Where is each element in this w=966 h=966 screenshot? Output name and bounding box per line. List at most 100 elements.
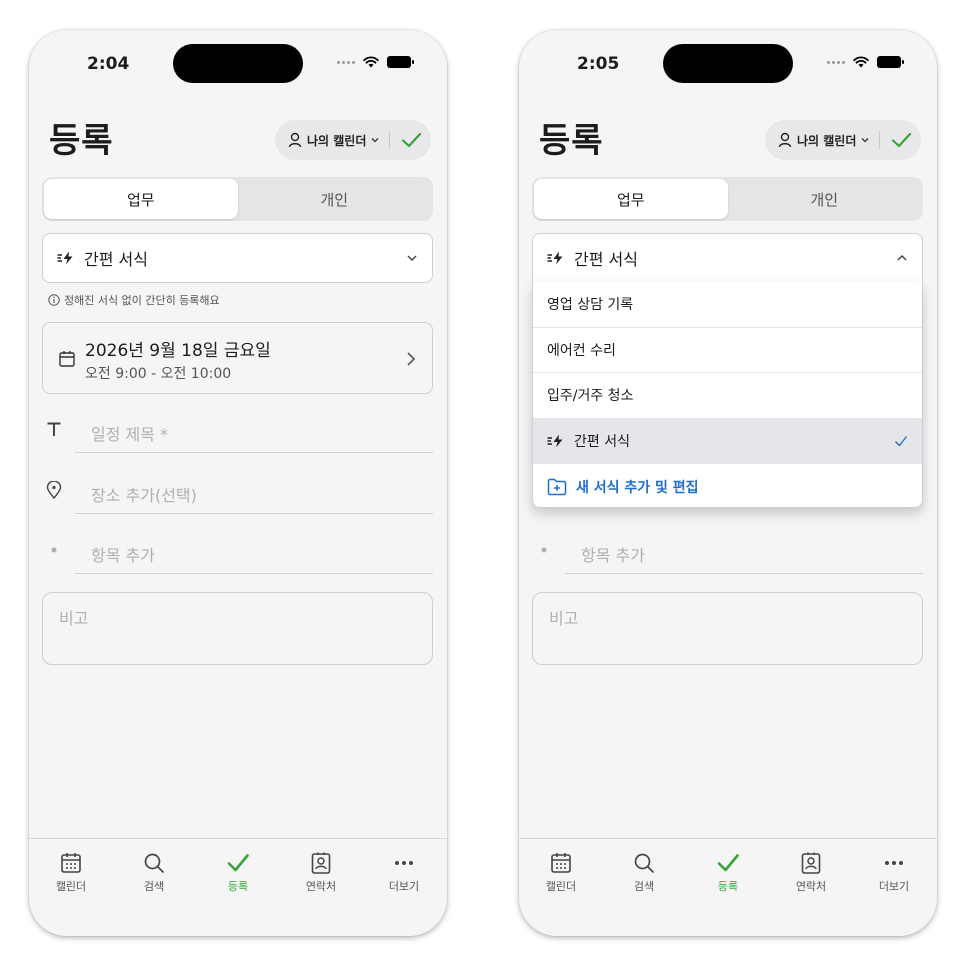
tab-label: 검색 xyxy=(633,880,655,893)
tab-work[interactable]: 업무 xyxy=(534,179,728,219)
template-option[interactable]: 영업 상담 기록 xyxy=(533,282,922,328)
chevron-down-icon xyxy=(407,255,417,262)
tab-search[interactable]: 검색 xyxy=(124,851,184,894)
calendar-name: 나의 캘린더 xyxy=(797,133,857,148)
status-icons xyxy=(827,56,904,68)
category-segment: 업무 개인 xyxy=(532,177,923,221)
template-select[interactable]: 간편 서식 xyxy=(42,233,433,283)
more-dots-icon xyxy=(395,861,413,865)
chevron-down-icon xyxy=(371,138,379,143)
tab-personal[interactable]: 개인 xyxy=(728,179,922,219)
search-icon xyxy=(634,853,654,873)
divider xyxy=(389,131,391,149)
item-input[interactable]: 항목 추가 xyxy=(565,534,923,574)
tab-label: 등록 xyxy=(717,880,739,893)
bullet-icon xyxy=(535,541,553,559)
template-hint: 정해진 서식 없이 간단히 등록해요 xyxy=(48,292,220,308)
template-dropdown: 영업 상담 기록 에어컨 수리 입주/거주 청소 간편 서식 새 서식 추가 및… xyxy=(532,282,923,508)
tab-register[interactable]: 등록 xyxy=(698,851,758,894)
save-check-button[interactable] xyxy=(399,128,423,152)
tab-personal[interactable]: 개인 xyxy=(238,179,432,219)
phone-screen-left: 2:04 등록 나의 캘린더 업무 개인 간편 서식 정해진 서식 없이 간단히… xyxy=(29,30,447,936)
signal-icon xyxy=(337,60,355,64)
tab-work[interactable]: 업무 xyxy=(44,179,238,219)
contact-card-icon xyxy=(801,852,821,874)
info-icon xyxy=(48,294,60,306)
date-picker-card[interactable]: 2026년 9월 18일 금요일 오전 9:00 - 오전 10:00 xyxy=(42,322,433,394)
wifi-icon xyxy=(853,56,869,68)
check-icon xyxy=(227,854,249,872)
calendar-selector[interactable]: 나의 캘린더 xyxy=(765,120,921,160)
tab-label: 캘린더 xyxy=(545,880,577,893)
more-dots-icon xyxy=(885,861,903,865)
location-input[interactable]: 장소 추가(선택) xyxy=(75,474,433,514)
bullet-icon xyxy=(45,541,63,559)
selected-check-icon xyxy=(895,435,908,447)
date-text: 2026년 9월 18일 금요일 xyxy=(85,341,271,361)
memo-field[interactable]: 비고 xyxy=(532,592,923,665)
folder-add-icon xyxy=(547,478,567,495)
template-option-selected[interactable]: 간편 서식 xyxy=(533,418,922,464)
status-time: 2:04 xyxy=(87,54,130,74)
title-input[interactable]: 일정 제목 * xyxy=(75,413,433,453)
category-segment: 업무 개인 xyxy=(42,177,433,221)
tab-label: 연락처 xyxy=(795,880,827,893)
save-check-button[interactable] xyxy=(889,128,913,152)
chevron-up-icon xyxy=(897,254,907,261)
phone-screen-right: 2:05 등록 나의 캘린더 업무 개인 간편 서식 영업 상담 기록 에어컨 … xyxy=(519,30,937,936)
person-icon xyxy=(778,132,792,148)
calendar-name: 나의 캘린더 xyxy=(307,133,367,148)
dynamic-island xyxy=(663,44,793,83)
contact-card-icon xyxy=(311,852,331,874)
add-template-button[interactable]: 새 서식 추가 및 편집 xyxy=(533,464,922,507)
template-label: 간편 서식 xyxy=(84,250,148,269)
option-label: 영업 상담 기록 xyxy=(547,297,634,314)
title-icon xyxy=(45,420,63,438)
page-title: 등록 xyxy=(49,121,114,161)
hint-text: 정해진 서식 없이 간단히 등록해요 xyxy=(64,294,220,307)
option-label: 입주/거주 청소 xyxy=(547,388,634,405)
wifi-icon xyxy=(363,56,379,68)
search-icon xyxy=(144,853,164,873)
template-option[interactable]: 에어컨 수리 xyxy=(533,328,922,373)
tab-label: 연락처 xyxy=(305,880,337,893)
chevron-right-icon xyxy=(407,352,416,366)
tab-more[interactable]: 더보기 xyxy=(374,851,434,894)
calendar-grid-icon xyxy=(551,853,571,873)
check-icon xyxy=(717,854,739,872)
tab-calendar[interactable]: 캘린더 xyxy=(41,851,101,894)
tab-contacts[interactable]: 연락처 xyxy=(781,851,841,894)
option-label: 에어컨 수리 xyxy=(547,342,616,359)
tab-bar: 캘린더 검색 등록 연락처 더보기 xyxy=(29,838,447,936)
calendar-selector[interactable]: 나의 캘린더 xyxy=(275,120,431,160)
tab-label: 캘린더 xyxy=(55,880,87,893)
page-title: 등록 xyxy=(539,121,604,161)
template-label: 간편 서식 xyxy=(574,250,638,269)
tab-more[interactable]: 더보기 xyxy=(864,851,924,894)
tab-bar: 캘린더 검색 등록 연락처 더보기 xyxy=(519,838,937,936)
tab-search[interactable]: 검색 xyxy=(614,851,674,894)
tab-label: 검색 xyxy=(143,880,165,893)
status-icons xyxy=(337,56,414,68)
template-option[interactable]: 입주/거주 청소 xyxy=(533,373,922,419)
option-label: 간편 서식 xyxy=(574,433,630,450)
divider xyxy=(879,131,881,149)
tab-calendar[interactable]: 캘린더 xyxy=(531,851,591,894)
status-time: 2:05 xyxy=(577,54,620,74)
tab-label: 등록 xyxy=(227,880,249,893)
calendar-grid-icon xyxy=(61,853,81,873)
calendar-icon xyxy=(59,351,75,367)
template-select[interactable]: 간편 서식 xyxy=(532,233,923,283)
dynamic-island xyxy=(173,44,303,83)
tab-contacts[interactable]: 연락처 xyxy=(291,851,351,894)
memo-field[interactable]: 비고 xyxy=(42,592,433,665)
tab-register[interactable]: 등록 xyxy=(208,851,268,894)
location-pin-icon xyxy=(45,481,63,499)
battery-icon xyxy=(877,56,904,68)
signal-icon xyxy=(827,60,845,64)
item-input[interactable]: 항목 추가 xyxy=(75,534,433,574)
tab-label: 더보기 xyxy=(388,880,420,893)
add-template-label: 새 서식 추가 및 편집 xyxy=(576,479,699,496)
quick-template-icon xyxy=(57,251,73,265)
tab-label: 더보기 xyxy=(878,880,910,893)
